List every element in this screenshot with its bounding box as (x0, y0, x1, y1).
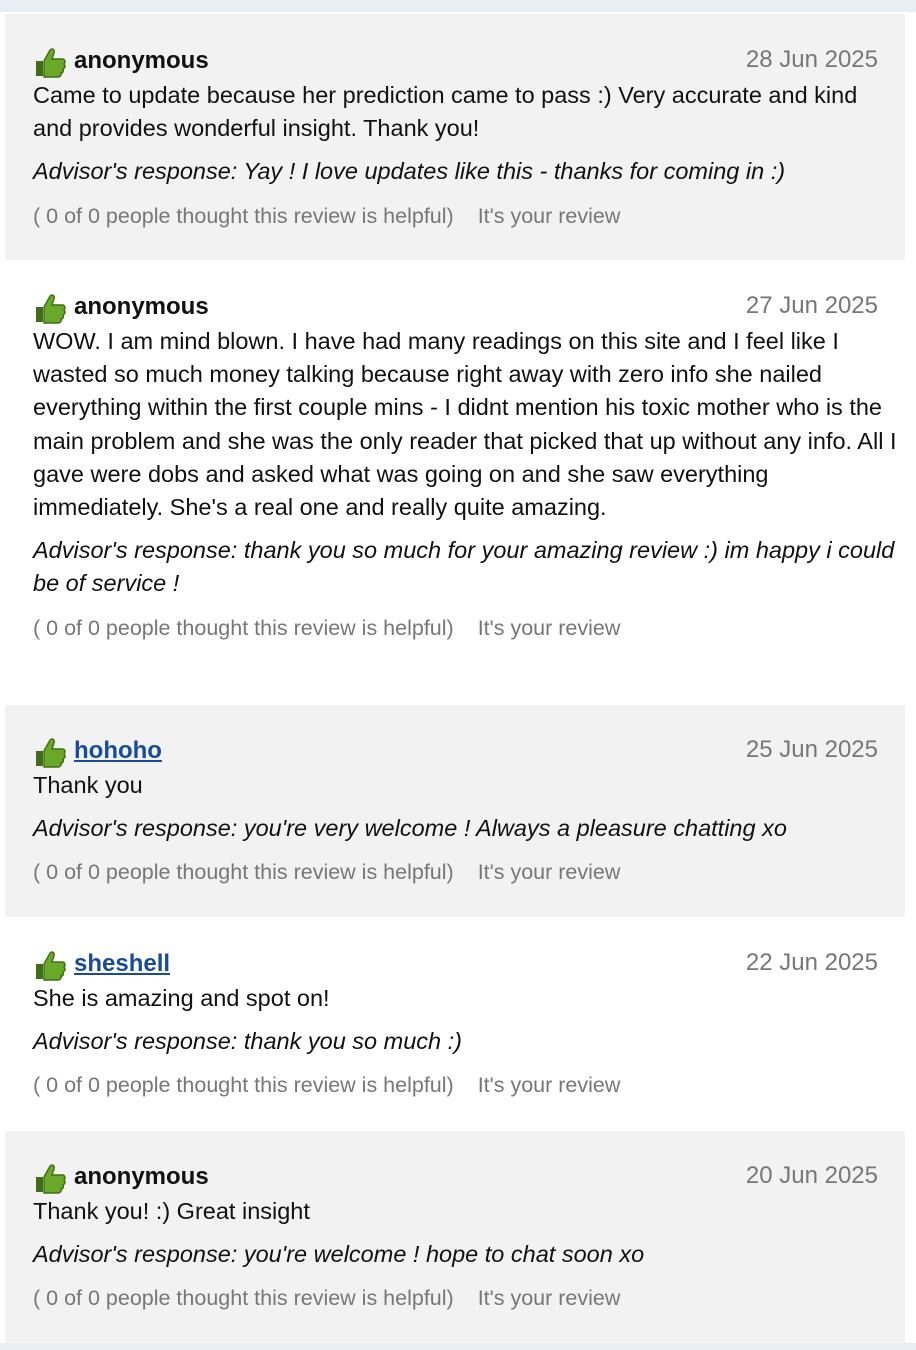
bottom-divider (0, 1343, 916, 1350)
advisor-response: Advisor's response: you're very welcome … (33, 815, 787, 842)
helpful-count: ( 0 of 0 people thought this review is h… (33, 615, 454, 640)
review-meta: ( 0 of 0 people thought this review is h… (33, 857, 878, 887)
own-review-label: It's your review (477, 1073, 621, 1098)
advisor-response: Advisor's response: Yay ! I love updates… (33, 158, 786, 185)
review-header: sheshell 22 Jun 2025 (33, 946, 878, 982)
reviewer-profile-link[interactable]: sheshell (74, 950, 170, 978)
review-text: Came to update because her prediction ca… (33, 82, 858, 142)
review-meta: ( 0 of 0 people thought this review is h… (33, 613, 878, 643)
review-item: anonymous 27 Jun 2025 WOW. I am mind blo… (5, 262, 905, 703)
review-header: anonymous 28 Jun 2025 (33, 43, 878, 79)
own-review-label: It's your review (477, 615, 621, 640)
own-review-label: It's your review (477, 1286, 621, 1311)
review-meta: ( 0 of 0 people thought this review is h… (33, 1070, 878, 1100)
reviewer-profile-link[interactable]: hohoho (74, 737, 162, 765)
helpful-count: ( 0 of 0 people thought this review is h… (33, 1286, 454, 1311)
review-item: anonymous 28 Jun 2025 Came to update bec… (5, 14, 905, 260)
review-header: anonymous 27 Jun 2025 (33, 289, 878, 325)
thumbs-up-icon (33, 1161, 67, 1195)
review-text: Thank you (33, 772, 143, 798)
advisor-response: Advisor's response: thank you so much :) (33, 1028, 462, 1055)
thumbs-up-icon (33, 735, 67, 769)
top-divider (0, 0, 916, 12)
reviewer-name: anonymous (74, 1163, 209, 1190)
review-item: anonymous 20 Jun 2025 Thank you! :) Grea… (5, 1131, 905, 1343)
own-review-label: It's your review (477, 203, 621, 228)
review-header: hohoho 25 Jun 2025 (33, 733, 878, 769)
review-text: Thank you! :) Great insight (33, 1198, 310, 1224)
reviewer-name: anonymous (74, 47, 209, 74)
helpful-count: ( 0 of 0 people thought this review is h… (33, 1073, 454, 1098)
advisor-response: Advisor's response: thank you so much fo… (33, 537, 895, 597)
thumbs-up-icon (33, 45, 67, 79)
thumbs-up-icon (33, 948, 67, 982)
review-text: WOW. I am mind blown. I have had many re… (33, 328, 897, 521)
review-text: She is amazing and spot on! (33, 985, 330, 1011)
review-item: hohoho 25 Jun 2025 Thank you Advisor's r… (5, 705, 905, 917)
helpful-count: ( 0 of 0 people thought this review is h… (33, 860, 454, 885)
review-header: anonymous 20 Jun 2025 (33, 1159, 878, 1195)
review-date: 25 Jun 2025 (745, 736, 878, 763)
helpful-count: ( 0 of 0 people thought this review is h… (33, 203, 454, 228)
review-date: 28 Jun 2025 (745, 46, 878, 73)
review-date: 20 Jun 2025 (745, 1162, 878, 1189)
advisor-response: Advisor's response: you're welcome ! hop… (33, 1241, 645, 1268)
review-date: 27 Jun 2025 (745, 292, 878, 319)
own-review-label: It's your review (477, 860, 621, 885)
review-item: sheshell 22 Jun 2025 She is amazing and … (5, 919, 905, 1129)
thumbs-up-icon (33, 291, 67, 325)
review-date: 22 Jun 2025 (745, 949, 878, 976)
reviewer-name: anonymous (74, 293, 209, 320)
review-meta: ( 0 of 0 people thought this review is h… (33, 201, 878, 231)
review-meta: ( 0 of 0 people thought this review is h… (33, 1283, 878, 1313)
